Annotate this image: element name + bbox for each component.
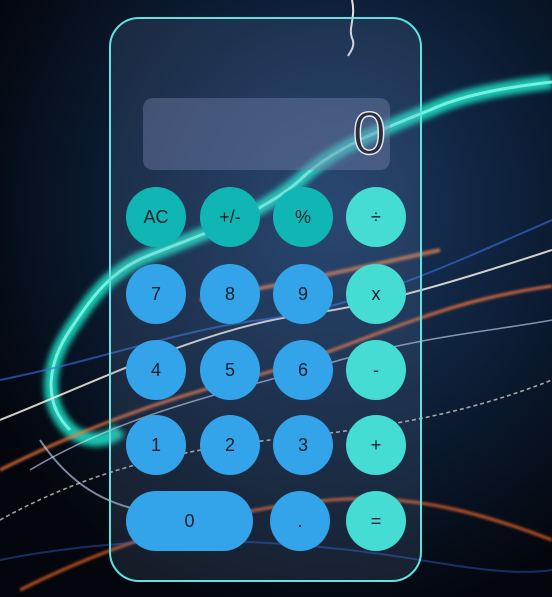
digit-3-button[interactable]: 3 <box>273 415 333 475</box>
clear-button[interactable]: AC <box>126 187 186 247</box>
digit-9-button[interactable]: 9 <box>273 264 333 324</box>
digit-1-button[interactable]: 1 <box>126 415 186 475</box>
display-value: 0 <box>352 99 387 167</box>
digit-4-button[interactable]: 4 <box>126 340 186 400</box>
subtract-button[interactable]: - <box>346 340 406 400</box>
equals-button[interactable]: = <box>346 491 406 551</box>
digit-8-button[interactable]: 8 <box>200 264 260 324</box>
percent-button[interactable]: % <box>273 187 333 247</box>
digit-6-button[interactable]: 6 <box>273 340 333 400</box>
calculator-display: 0 <box>143 98 390 170</box>
digit-2-button[interactable]: 2 <box>200 415 260 475</box>
divide-button[interactable]: ÷ <box>346 187 406 247</box>
add-button[interactable]: + <box>346 415 406 475</box>
decimal-button[interactable]: . <box>270 491 330 551</box>
digit-0-button[interactable]: 0 <box>126 491 253 551</box>
toggle-sign-button[interactable]: +/- <box>200 187 260 247</box>
multiply-button[interactable]: x <box>346 264 406 324</box>
digit-5-button[interactable]: 5 <box>200 340 260 400</box>
digit-7-button[interactable]: 7 <box>126 264 186 324</box>
calculator-frame: 0 AC +/- % ÷ 7 8 9 x 4 5 6 - 1 2 3 + 0 .… <box>109 17 422 582</box>
